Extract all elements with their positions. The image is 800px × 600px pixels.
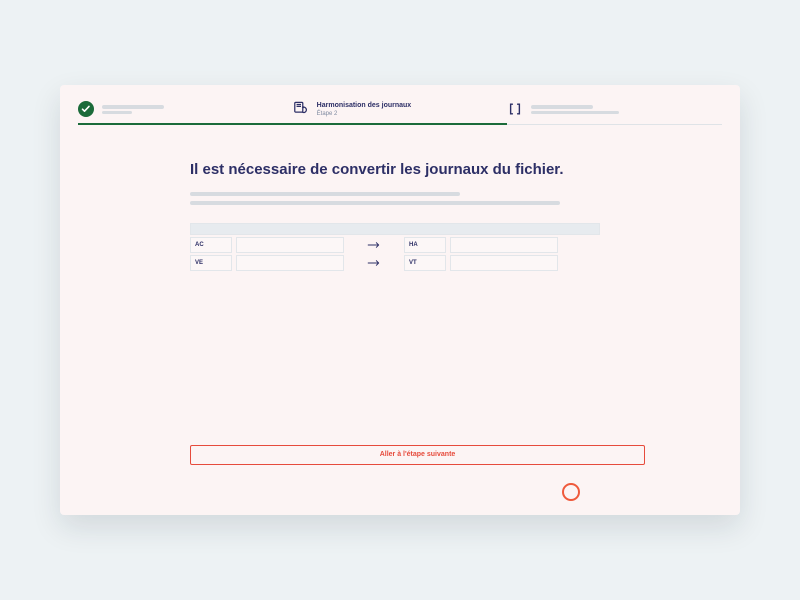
desc-placeholder-2 [190, 201, 560, 205]
next-step-button[interactable]: Aller à l'étape suivante [190, 445, 645, 465]
step-1[interactable] [78, 95, 293, 123]
table-row: AC HA [190, 237, 600, 253]
tgt-name-cell[interactable] [450, 237, 558, 253]
step-2[interactable]: Harmonisation des journaux Étape 2 [293, 95, 508, 123]
sync-doc-icon [293, 101, 309, 117]
src-name-cell[interactable] [236, 255, 344, 271]
mapping-table-header [190, 223, 600, 235]
brackets-icon [507, 101, 523, 117]
tgt-name-cell[interactable] [450, 255, 558, 271]
step-1-title-placeholder [102, 105, 164, 109]
step-2-title: Harmonisation des journaux [317, 102, 412, 109]
page-title: Il est nécessaire de convertir les journ… [190, 161, 650, 178]
wizard-card: Harmonisation des journaux Étape 2 Il es… [60, 85, 740, 515]
tgt-code-cell[interactable]: VT [404, 255, 446, 271]
check-circle-icon [78, 101, 94, 117]
tgt-code-cell[interactable]: HA [404, 237, 446, 253]
src-code-cell[interactable]: VE [190, 255, 232, 271]
src-code-cell[interactable]: AC [190, 237, 232, 253]
arrow-icon [348, 259, 400, 267]
desc-placeholder-1 [190, 192, 460, 196]
arrow-icon [348, 241, 400, 249]
src-name-cell[interactable] [236, 237, 344, 253]
cursor-highlight-icon [562, 483, 580, 501]
step-3-title-placeholder [531, 105, 593, 109]
step-3[interactable] [507, 95, 722, 123]
table-row: VE VT [190, 255, 600, 271]
step-1-sub-placeholder [102, 111, 132, 114]
step-3-sub-placeholder [531, 111, 619, 114]
main-content: Il est nécessaire de convertir les journ… [60, 133, 740, 271]
mapping-table: AC HA VE VT [190, 223, 600, 271]
step-2-subtitle: Étape 2 [317, 111, 412, 117]
stepper: Harmonisation des journaux Étape 2 [60, 85, 740, 133]
